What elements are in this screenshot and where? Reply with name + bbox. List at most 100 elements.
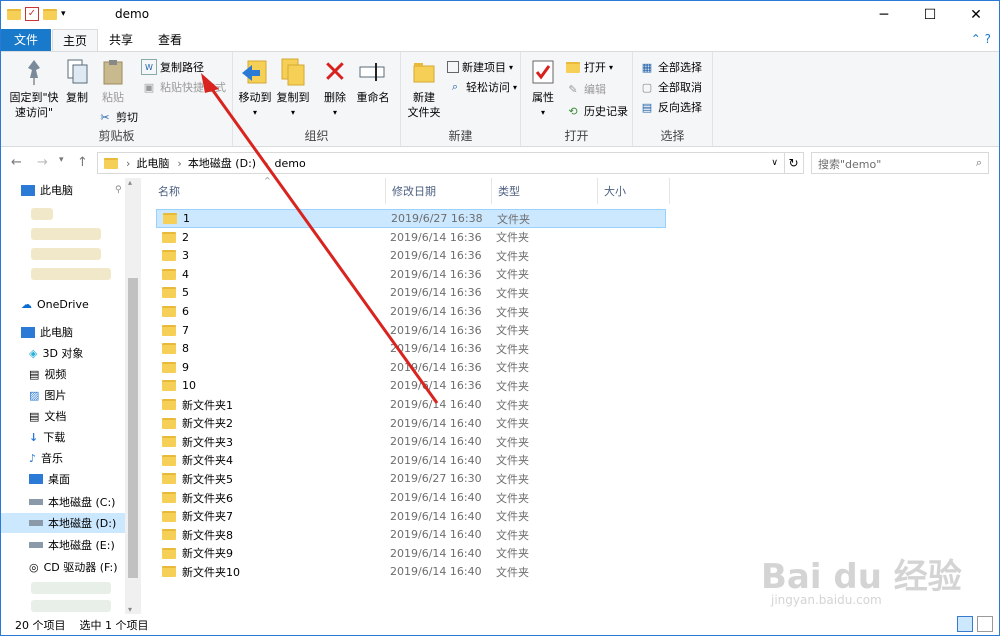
edit-button[interactable]: ✎ 编辑 [565, 80, 606, 98]
properties-button[interactable]: 属性 ▾ [527, 56, 559, 120]
file-name: 新文件夹8 [162, 527, 233, 543]
file-name: 新文件夹3 [162, 434, 233, 450]
copy-path-button[interactable]: W 复制路径 [141, 58, 204, 76]
table-row[interactable]: 9 2019/6/14 16:36 文件夹 [156, 358, 666, 377]
table-row[interactable]: 新文件夹2 2019/6/14 16:40 文件夹 [156, 414, 666, 433]
help-icon[interactable]: ⌃ ? [971, 32, 991, 46]
table-row[interactable]: 新文件夹4 2019/6/14 16:40 文件夹 [156, 451, 666, 470]
sidebar-item-pictures[interactable]: ▨ 图片 [29, 385, 66, 405]
table-row[interactable]: 新文件夹7 2019/6/14 16:40 文件夹 [156, 507, 666, 526]
details-view-button[interactable] [957, 616, 973, 632]
table-row[interactable]: 新文件夹9 2019/6/14 16:40 文件夹 [156, 544, 666, 563]
rename-button[interactable]: 重命名 [355, 56, 391, 105]
forward-arrow-icon[interactable]: → [37, 155, 48, 170]
breadcrumb-folder[interactable]: demo [274, 157, 305, 170]
picture-icon: ▨ [29, 388, 40, 402]
table-row[interactable]: 2 2019/6/14 16:36 文件夹 [156, 228, 666, 247]
tab-view[interactable]: 查看 [144, 29, 196, 51]
table-row[interactable]: 4 2019/6/14 16:36 文件夹 [156, 265, 666, 284]
sidebar-item-downloads[interactable]: ↓ 下载 [29, 427, 65, 447]
sidebar-item-videos[interactable]: ▤ 视频 [29, 364, 66, 384]
address-box[interactable]: › 此电脑 › 本地磁盘 (D:) › demo ∨ [97, 152, 785, 174]
folder-icon [162, 343, 176, 355]
file-name: 4 [162, 268, 189, 281]
sidebar-item-3d[interactable]: ◈ 3D 对象 [29, 343, 83, 363]
breadcrumb-drive[interactable]: 本地磁盘 (D:) [188, 155, 256, 171]
select-none-button[interactable]: ▢ 全部取消 [639, 78, 702, 96]
sidebar-item-onedrive[interactable]: ☁ OneDrive [21, 294, 89, 314]
sidebar-scrollbar[interactable]: ▴ ▾ [125, 178, 141, 614]
new-item-button[interactable]: 新建项目 ▾ [447, 58, 513, 76]
column-header-date[interactable]: 修改日期 [386, 178, 492, 204]
large-icons-view-button[interactable] [977, 616, 993, 632]
sidebar-item-drive-d[interactable]: 本地磁盘 (D:) [1, 513, 125, 533]
paste-shortcut-button[interactable]: ▣ 粘贴快捷方式 [141, 78, 226, 96]
sidebar-item-quick-pc[interactable]: 此电脑 ⚲ [21, 180, 122, 200]
minimize-button[interactable]: ─ [861, 1, 907, 29]
sidebar-item-drive-c[interactable]: 本地磁盘 (C:) [29, 492, 115, 512]
baidu-watermark-url: jingyan.baidu.com [771, 593, 882, 607]
folder-icon [162, 324, 176, 336]
recent-dropdown-icon[interactable]: ▾ [59, 155, 64, 165]
address-dropdown-icon[interactable]: ∨ [771, 158, 778, 168]
document-icon: ▤ [29, 409, 40, 423]
scrollbar-thumb[interactable] [128, 278, 138, 578]
open-button[interactable]: 打开 ▾ [565, 58, 613, 76]
sidebar-item-documents[interactable]: ▤ 文档 [29, 406, 66, 426]
chevron-right-icon[interactable]: › [264, 157, 268, 170]
refresh-button[interactable]: ↻ [784, 152, 804, 174]
select-all-button[interactable]: ▦ 全部选择 [639, 58, 702, 76]
new-folder-button[interactable]: 新建 文件夹 [403, 56, 445, 120]
maximize-button[interactable]: ☐ [907, 1, 953, 29]
chevron-right-icon[interactable]: › [177, 157, 181, 170]
new-folder-icon[interactable] [43, 8, 57, 20]
column-header-type[interactable]: 类型 [492, 178, 598, 204]
table-row[interactable]: 新文件夹8 2019/6/14 16:40 文件夹 [156, 525, 666, 544]
customize-qat-icon[interactable]: ▾ [61, 9, 66, 19]
table-row[interactable]: 5 2019/6/14 16:36 文件夹 [156, 283, 666, 302]
column-header-size[interactable]: 大小 [598, 178, 670, 204]
tab-home[interactable]: 主页 [52, 29, 98, 51]
easy-access-button[interactable]: ⌕ 轻松访问 ▾ [447, 78, 517, 96]
delete-button[interactable]: ✕ 删除 ▾ [321, 56, 349, 120]
back-arrow-icon[interactable]: ← [11, 155, 22, 170]
close-button[interactable]: ✕ [953, 1, 999, 29]
table-row[interactable]: 10 2019/6/14 16:36 文件夹 [156, 376, 666, 395]
tab-share[interactable]: 共享 [98, 29, 144, 51]
scroll-down-icon[interactable]: ▾ [128, 605, 132, 614]
sidebar-item-drive-e[interactable]: 本地磁盘 (E:) [29, 535, 115, 555]
sidebar-item-desktop[interactable]: 桌面 [29, 469, 70, 489]
copy-button[interactable]: 复制 [61, 56, 93, 105]
up-arrow-icon[interactable]: ↑ [77, 155, 88, 170]
history-button[interactable]: ⟲ 历史记录 [565, 102, 628, 120]
table-row[interactable]: 1 2019/6/27 16:38 文件夹 [156, 209, 666, 228]
paste-button[interactable]: 粘贴 [97, 56, 129, 105]
table-row[interactable]: 3 2019/6/14 16:36 文件夹 [156, 246, 666, 265]
scroll-up-icon[interactable]: ▴ [128, 178, 132, 187]
properties-check-icon[interactable]: ✓ [25, 7, 39, 21]
table-row[interactable]: 新文件夹1 2019/6/14 16:40 文件夹 [156, 395, 666, 414]
invert-selection-button[interactable]: ▤ 反向选择 [639, 98, 702, 116]
table-row[interactable]: 新文件夹10 2019/6/14 16:40 文件夹 [156, 562, 666, 581]
file-date: 2019/6/14 16:36 [390, 342, 482, 356]
sidebar-item-music[interactable]: ♪ 音乐 [29, 448, 63, 468]
sidebar-item-cd-f[interactable]: ◎ CD 驱动器 (F:) [29, 557, 118, 577]
pin-quick-access-button[interactable]: 固定到"快 速访问" [7, 56, 61, 120]
sidebar-item-this-pc[interactable]: 此电脑 [21, 322, 73, 342]
table-row[interactable]: 新文件夹3 2019/6/14 16:40 文件夹 [156, 432, 666, 451]
table-row[interactable]: 6 2019/6/14 16:36 文件夹 [156, 302, 666, 321]
search-input[interactable]: 搜索"demo" ⌕ [811, 152, 989, 174]
copy-to-button[interactable]: 复制到 ▾ [275, 56, 311, 120]
table-row[interactable]: 7 2019/6/14 16:36 文件夹 [156, 321, 666, 340]
table-row[interactable]: 8 2019/6/14 16:36 文件夹 [156, 339, 666, 358]
table-row[interactable]: 新文件夹6 2019/6/14 16:40 文件夹 [156, 488, 666, 507]
chevron-right-icon[interactable]: › [126, 157, 130, 170]
cut-button[interactable]: ✂ 剪切 [97, 108, 138, 126]
table-row[interactable]: 新文件夹5 2019/6/27 16:30 文件夹 [156, 469, 666, 488]
tab-file[interactable]: 文件 [1, 29, 51, 51]
column-header-name[interactable]: 名称 ^ [142, 176, 386, 204]
open-icon [565, 59, 581, 75]
file-type: 文件夹 [496, 286, 529, 300]
breadcrumb-this-pc[interactable]: 此电脑 [136, 155, 169, 171]
move-to-button[interactable]: 移动到 ▾ [237, 56, 273, 120]
